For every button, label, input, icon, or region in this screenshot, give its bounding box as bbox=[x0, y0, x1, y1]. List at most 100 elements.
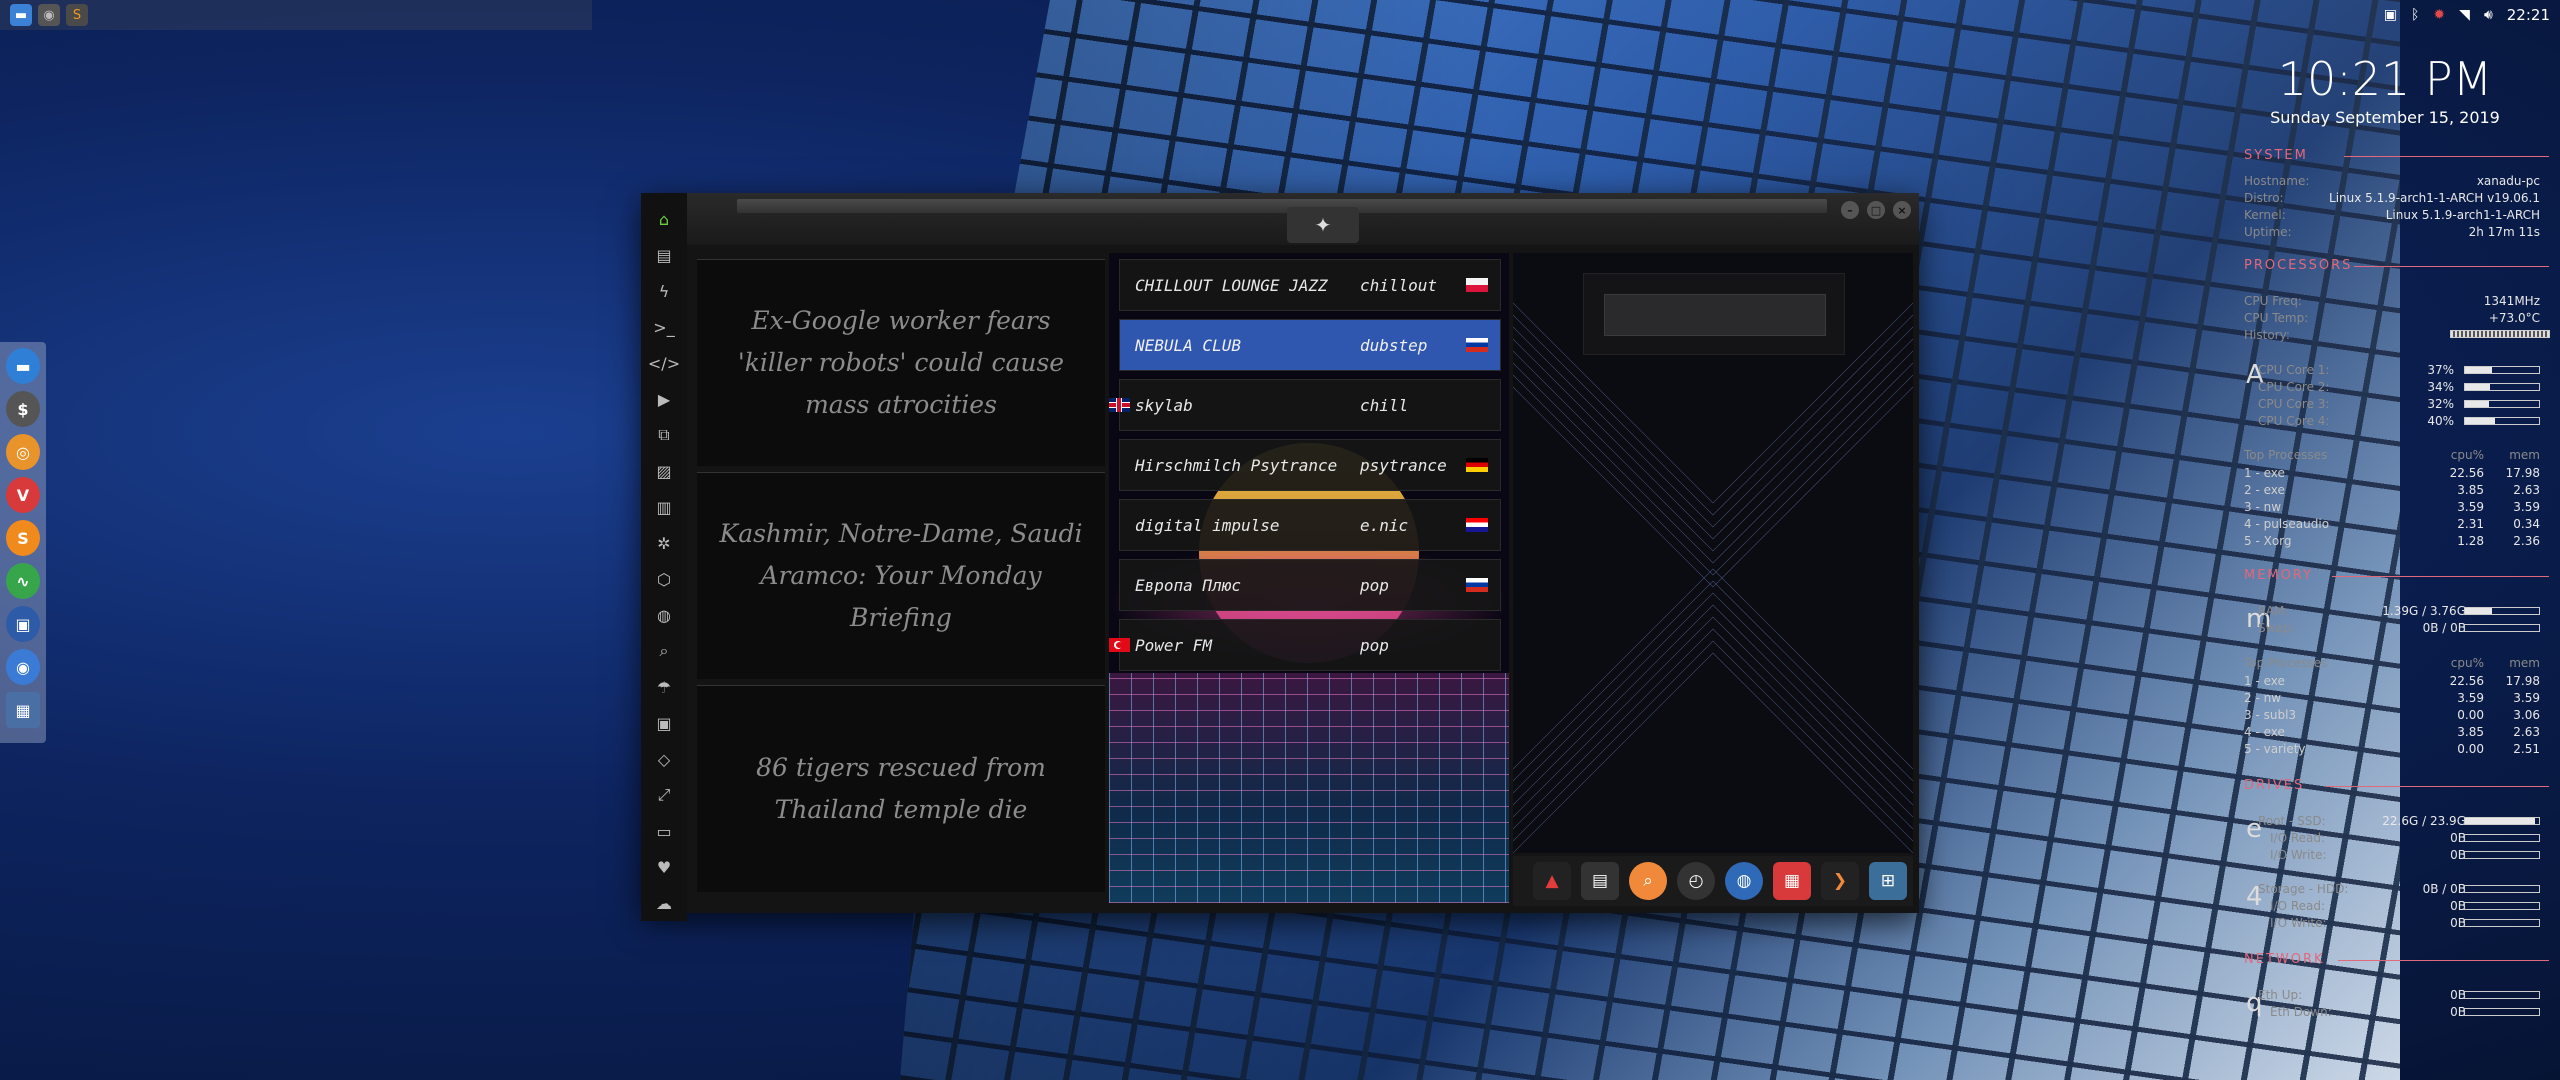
station-row[interactable]: skylab chill bbox=[1109, 379, 1501, 431]
file-manager-icon[interactable]: ▬ bbox=[10, 4, 32, 26]
app-titlebar[interactable]: ✦ – □ × bbox=[687, 193, 1919, 245]
arch-logo-icon[interactable]: ▲ bbox=[1533, 862, 1571, 900]
volume-icon[interactable]: 🔊︎ bbox=[2484, 7, 2493, 23]
process-row: 5 - variety 0.00 2.51 bbox=[2244, 742, 2540, 756]
search-app-icon[interactable]: ⌕ bbox=[1629, 862, 1667, 900]
station-genre: psytrance bbox=[1360, 455, 1447, 475]
station-row-active[interactable]: NEBULA CLUB dubstep bbox=[1119, 319, 1501, 371]
station-name: Power FM bbox=[1135, 635, 1213, 655]
system-tray: ▣ ᛒ ✹ ◥ 🔊︎ 22:21 bbox=[2384, 0, 2550, 30]
station-row[interactable]: Европа Плюс pop bbox=[1119, 559, 1501, 611]
ubuntu-icon[interactable]: ◎ bbox=[6, 434, 40, 470]
network-row: Eth Up: 0B bbox=[2258, 988, 2540, 1004]
translate-icon[interactable]: ⧉ bbox=[641, 417, 687, 453]
system-row: Kernel: Linux 5.1.9-arch1-1-ARCH bbox=[2244, 208, 2540, 222]
umbrella-icon[interactable]: ☂ bbox=[641, 669, 687, 705]
cloud-icon[interactable]: ☁ bbox=[641, 885, 687, 921]
app-sidebar: ⌂ ▤ ϟ >_ </> ▶ ⧉ ▨ ▥ ✲ ⬡ ◍ ⌕ ☂ ▣ ◇ ⤢ ▭ ♥… bbox=[641, 193, 687, 921]
hexagon-icon[interactable]: ⬡ bbox=[641, 561, 687, 597]
youtube-icon[interactable]: ▭ bbox=[641, 813, 687, 849]
tags-icon[interactable]: ◇ bbox=[641, 741, 687, 777]
lightning-icon[interactable]: ϟ bbox=[641, 273, 687, 309]
process-row: 1 - exe 22.56 17.98 bbox=[2244, 466, 2540, 480]
processor-row: CPU Freq: 1341MHz bbox=[2244, 294, 2540, 308]
cpu-core-row: CPU Core 4: 40% bbox=[2258, 414, 2540, 430]
tray-clock[interactable]: 22:21 bbox=[2507, 6, 2550, 24]
app-window-icon[interactable]: ◉ bbox=[38, 4, 60, 26]
flag-germany-icon bbox=[1466, 458, 1488, 472]
terminal-arrow-icon[interactable]: ❯ bbox=[1821, 862, 1859, 900]
news-item[interactable]: Ex-Google worker fears 'killer robots' c… bbox=[697, 259, 1105, 466]
wifi-icon[interactable]: ◥ bbox=[2459, 7, 2470, 23]
station-name: digital impulse bbox=[1135, 515, 1280, 535]
home-icon[interactable]: ⌂ bbox=[641, 201, 687, 237]
code-icon[interactable]: </> bbox=[641, 345, 687, 381]
globe-icon[interactable]: ◍ bbox=[1725, 862, 1763, 900]
process-row: 1 - exe 22.56 17.98 bbox=[2244, 674, 2540, 688]
section-memory: MEMORY bbox=[2244, 568, 2549, 583]
terminal-icon[interactable]: >_ bbox=[641, 309, 687, 345]
station-name: Европа Плюс bbox=[1135, 575, 1241, 595]
money-icon[interactable]: $ bbox=[6, 391, 40, 427]
title-drag-bar[interactable] bbox=[737, 199, 1827, 213]
system-row: Distro: Linux 5.1.9-arch1-1-ARCH v19.06.1 bbox=[2244, 191, 2540, 205]
visual-pane bbox=[1513, 253, 1913, 853]
drive-row: Storage - HDD: 0B / 0B bbox=[2258, 882, 2540, 898]
heart-icon[interactable]: ♥ bbox=[641, 849, 687, 885]
screenshot-icon[interactable]: ▣ bbox=[6, 606, 40, 642]
radio-station-list: CHILLOUT LOUNGE JAZZ chillout NEBULA CLU… bbox=[1109, 253, 1509, 903]
aperture-icon[interactable]: ✲ bbox=[641, 525, 687, 561]
network-icon[interactable]: ▦ bbox=[6, 692, 40, 728]
calculator-icon[interactable]: ⊞ bbox=[1869, 862, 1907, 900]
station-row[interactable]: CHILLOUT LOUNGE JAZZ chillout bbox=[1119, 259, 1501, 311]
conky-date: Sunday September 15, 2019 bbox=[2270, 108, 2500, 127]
news-icon[interactable]: ▥ bbox=[641, 489, 687, 525]
calendar-icon[interactable]: ▦ bbox=[1773, 862, 1811, 900]
drive-row: I/O Read: 0B bbox=[2258, 899, 2540, 915]
close-button[interactable]: × bbox=[1893, 201, 1911, 219]
search-input[interactable] bbox=[1604, 294, 1826, 336]
drive-row: I/O Write: 0B bbox=[2258, 916, 2540, 932]
clock-icon[interactable]: ◴ bbox=[1677, 862, 1715, 900]
network-row: Eth Down: 0B bbox=[2258, 1005, 2540, 1021]
top-processes-header: Top Processes cpu% mem bbox=[2244, 448, 2540, 462]
system-monitor-icon[interactable]: ∿ bbox=[6, 563, 40, 599]
image-icon[interactable]: ▣ bbox=[2384, 7, 2397, 23]
vivaldi-icon[interactable]: V bbox=[6, 477, 40, 513]
contact-icon[interactable]: ▣ bbox=[641, 705, 687, 741]
process-row: 3 - nw 3.59 3.59 bbox=[2244, 500, 2540, 514]
minimize-button[interactable]: – bbox=[1841, 201, 1859, 219]
station-row[interactable]: Power FM pop bbox=[1109, 619, 1501, 671]
cpu-history-graph bbox=[2450, 330, 2550, 338]
system-row: Uptime: 2h 17m 11s bbox=[2244, 225, 2540, 239]
station-genre: pop bbox=[1360, 635, 1389, 655]
bluetooth-icon[interactable]: ᛒ bbox=[2411, 7, 2419, 23]
station-row[interactable]: digital impulse e.nic bbox=[1119, 499, 1501, 551]
play-icon[interactable]: ▶ bbox=[641, 381, 687, 417]
sublime-text-icon[interactable]: S bbox=[66, 4, 88, 26]
update-icon[interactable]: ✹ bbox=[2433, 7, 2445, 23]
image-icon[interactable]: ▨ bbox=[641, 453, 687, 489]
maximize-button[interactable]: □ bbox=[1867, 201, 1885, 219]
news-item[interactable]: 86 tigers rescued from Thailand temple d… bbox=[697, 685, 1105, 892]
sublime-icon[interactable]: S bbox=[6, 520, 40, 556]
expand-icon[interactable]: ⤢ bbox=[641, 777, 687, 813]
browser-window-icon[interactable]: ▤ bbox=[1581, 862, 1619, 900]
flag-croatia-icon bbox=[1466, 518, 1488, 532]
search-icon[interactable]: ⌕ bbox=[641, 633, 687, 669]
news-item[interactable]: Kashmir, Notre-Dame, Saudi Aramco: Your … bbox=[697, 472, 1105, 679]
drive-row: I/O Write: 0B bbox=[2258, 848, 2540, 864]
chromium-icon[interactable]: ◉ bbox=[6, 649, 40, 685]
flag-poland-icon bbox=[1466, 278, 1488, 292]
app-launcher-bar: ▲ ▤ ⌕ ◴ ◍ ▦ ❯ ⊞ bbox=[1513, 856, 1913, 906]
section-processors: PROCESSORS bbox=[2244, 258, 2549, 273]
station-row[interactable]: Hirschmilch Psytrance psytrance bbox=[1119, 439, 1501, 491]
left-dock: ▬ $ ◎ V S ∿ ▣ ◉ ▦ bbox=[0, 342, 46, 743]
files-icon[interactable]: ▬ bbox=[6, 348, 40, 384]
document-icon[interactable]: ▤ bbox=[641, 237, 687, 273]
process-row: 4 - pulseaudio 2.31 0.34 bbox=[2244, 517, 2540, 531]
process-row: 2 - nw 3.59 3.59 bbox=[2244, 691, 2540, 705]
news-headline: 86 tigers rescued from Thailand temple d… bbox=[756, 753, 1046, 824]
globe-icon[interactable]: ◍ bbox=[641, 597, 687, 633]
news-headline: Ex-Google worker fears 'killer robots' c… bbox=[737, 306, 1065, 419]
